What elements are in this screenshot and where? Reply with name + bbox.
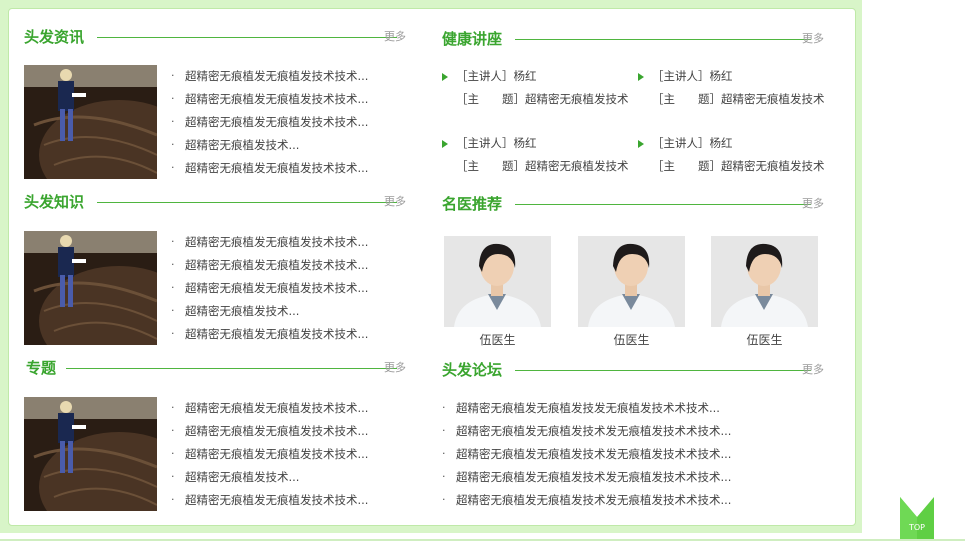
section-divider xyxy=(66,368,397,369)
doctor-name: 伍医生 xyxy=(613,333,650,347)
doctor-name: 伍医生 xyxy=(746,333,783,347)
more-link[interactable]: 更多 xyxy=(802,31,824,47)
list-item[interactable]: · 超精密无痕植发技术... xyxy=(171,468,368,491)
top-arrow-icon xyxy=(900,497,934,539)
section-divider xyxy=(97,37,397,38)
list-item[interactable]: · 超精密无痕植发无痕植发技术发无痕植发技术术技术... xyxy=(442,445,731,468)
doctor-card[interactable]: 伍医生 xyxy=(711,236,818,348)
lecture-item[interactable]: ［主讲人］杨红 ［主 题］超精密无痕植发技术 xyxy=(638,132,825,178)
list-item[interactable]: · 超精密无痕植发无痕植发技术技术... xyxy=(171,256,368,279)
more-link[interactable]: 更多 xyxy=(384,360,406,376)
doctor-photo xyxy=(444,236,551,327)
more-link[interactable]: 更多 xyxy=(384,29,406,45)
section-header-health-lectures: 健康讲座 更多 xyxy=(442,29,826,49)
section-header-hair-forum: 头发论坛 更多 xyxy=(442,360,826,380)
more-link[interactable]: 更多 xyxy=(802,362,824,378)
green-triangle-icon xyxy=(638,140,644,148)
footer-divider xyxy=(0,539,965,541)
section-title: 头发知识 xyxy=(24,193,85,211)
doctor-name: 伍医生 xyxy=(479,333,516,347)
green-triangle-icon xyxy=(442,73,448,81)
list-item[interactable]: · 超精密无痕植发无痕植发技术技术... xyxy=(171,113,368,136)
section-header-hair-knowledge: 头发知识 更多 xyxy=(24,192,408,212)
hair-thumbnail-image[interactable] xyxy=(24,65,157,179)
more-link[interactable]: 更多 xyxy=(802,196,824,212)
list-item[interactable]: · 超精密无痕植发无痕植发技术发无痕植发技术术技术... xyxy=(442,468,731,491)
section-title: 名医推荐 xyxy=(442,195,503,213)
list-item[interactable]: · 超精密无痕植发无痕植发技术技术... xyxy=(171,67,368,90)
news-list: · 超精密无痕植发无痕植发技术技术... · 超精密无痕植发无痕植发技术技术... … xyxy=(171,67,368,182)
hair-thumbnail-image[interactable] xyxy=(24,231,157,345)
doctor-card[interactable]: 伍医生 xyxy=(444,236,551,348)
knowledge-list: · 超精密无痕植发无痕植发技术技术... · 超精密无痕植发无痕植发技术技术... … xyxy=(171,233,368,348)
list-item[interactable]: · 超精密无痕植发无痕植发技术发无痕植发技术术技术... xyxy=(442,491,731,514)
section-title: 专题 xyxy=(26,359,57,377)
doctor-card[interactable]: 伍医生 xyxy=(578,236,685,348)
more-link[interactable]: 更多 xyxy=(384,194,406,210)
hair-thumbnail-image[interactable] xyxy=(24,397,157,511)
section-divider xyxy=(515,370,811,371)
top-label: TOP xyxy=(908,523,925,532)
section-title: 头发论坛 xyxy=(442,361,503,379)
list-item[interactable]: · 超精密无痕植发无痕植发技发无痕植发技术术技术... xyxy=(442,399,731,422)
section-header-famous-doctors: 名医推荐 更多 xyxy=(442,194,826,214)
section-title: 健康讲座 xyxy=(442,30,503,48)
section-divider xyxy=(515,39,811,40)
list-item[interactable]: · 超精密无痕植发技术... xyxy=(171,136,368,159)
green-triangle-icon xyxy=(442,140,448,148)
list-item[interactable]: · 超精密无痕植发无痕植发技术技术... xyxy=(171,279,368,302)
doctor-photo xyxy=(578,236,685,327)
lecture-item[interactable]: ［主讲人］杨红 ［主 题］超精密无痕植发技术 xyxy=(442,65,629,111)
list-item[interactable]: · 超精密无痕植发无痕植发技术技术... xyxy=(171,233,368,256)
green-triangle-icon xyxy=(638,73,644,81)
section-divider xyxy=(515,204,811,205)
section-header-hair-news: 头发资讯 更多 xyxy=(24,27,408,47)
back-to-top-button[interactable]: TOP xyxy=(900,497,934,539)
lecture-item[interactable]: ［主讲人］杨红 ［主 题］超精密无痕植发技术 xyxy=(442,132,629,178)
list-item[interactable]: · 超精密无痕植发无痕植发技术技术... xyxy=(171,422,368,445)
doctor-photo xyxy=(711,236,818,327)
section-header-topics: 专题 更多 xyxy=(26,358,408,378)
list-item[interactable]: · 超精密无痕植发无痕植发技术技术... xyxy=(171,90,368,113)
list-item[interactable]: · 超精密无痕植发无痕植发技术发无痕植发技术术技术... xyxy=(442,422,731,445)
list-item[interactable]: · 超精密无痕植发无痕植发技术技术... xyxy=(171,491,368,514)
topics-list: · 超精密无痕植发无痕植发技术技术... · 超精密无痕植发无痕植发技术技术... … xyxy=(171,399,368,514)
list-item[interactable]: · 超精密无痕植发无痕植发技术技术... xyxy=(171,399,368,422)
section-divider xyxy=(97,202,397,203)
list-item[interactable]: · 超精密无痕植发无痕植发技术技术... xyxy=(171,159,368,182)
lecture-item[interactable]: ［主讲人］杨红 ［主 题］超精密无痕植发技术 xyxy=(638,65,825,111)
section-title: 头发资讯 xyxy=(24,28,85,46)
list-item[interactable]: · 超精密无痕植发技术... xyxy=(171,302,368,325)
list-item[interactable]: · 超精密无痕植发无痕植发技术技术... xyxy=(171,445,368,468)
list-item[interactable]: · 超精密无痕植发无痕植发技术技术... xyxy=(171,325,368,348)
forum-list: · 超精密无痕植发无痕植发技发无痕植发技术术技术... · 超精密无痕植发无痕植发技… xyxy=(442,399,731,514)
